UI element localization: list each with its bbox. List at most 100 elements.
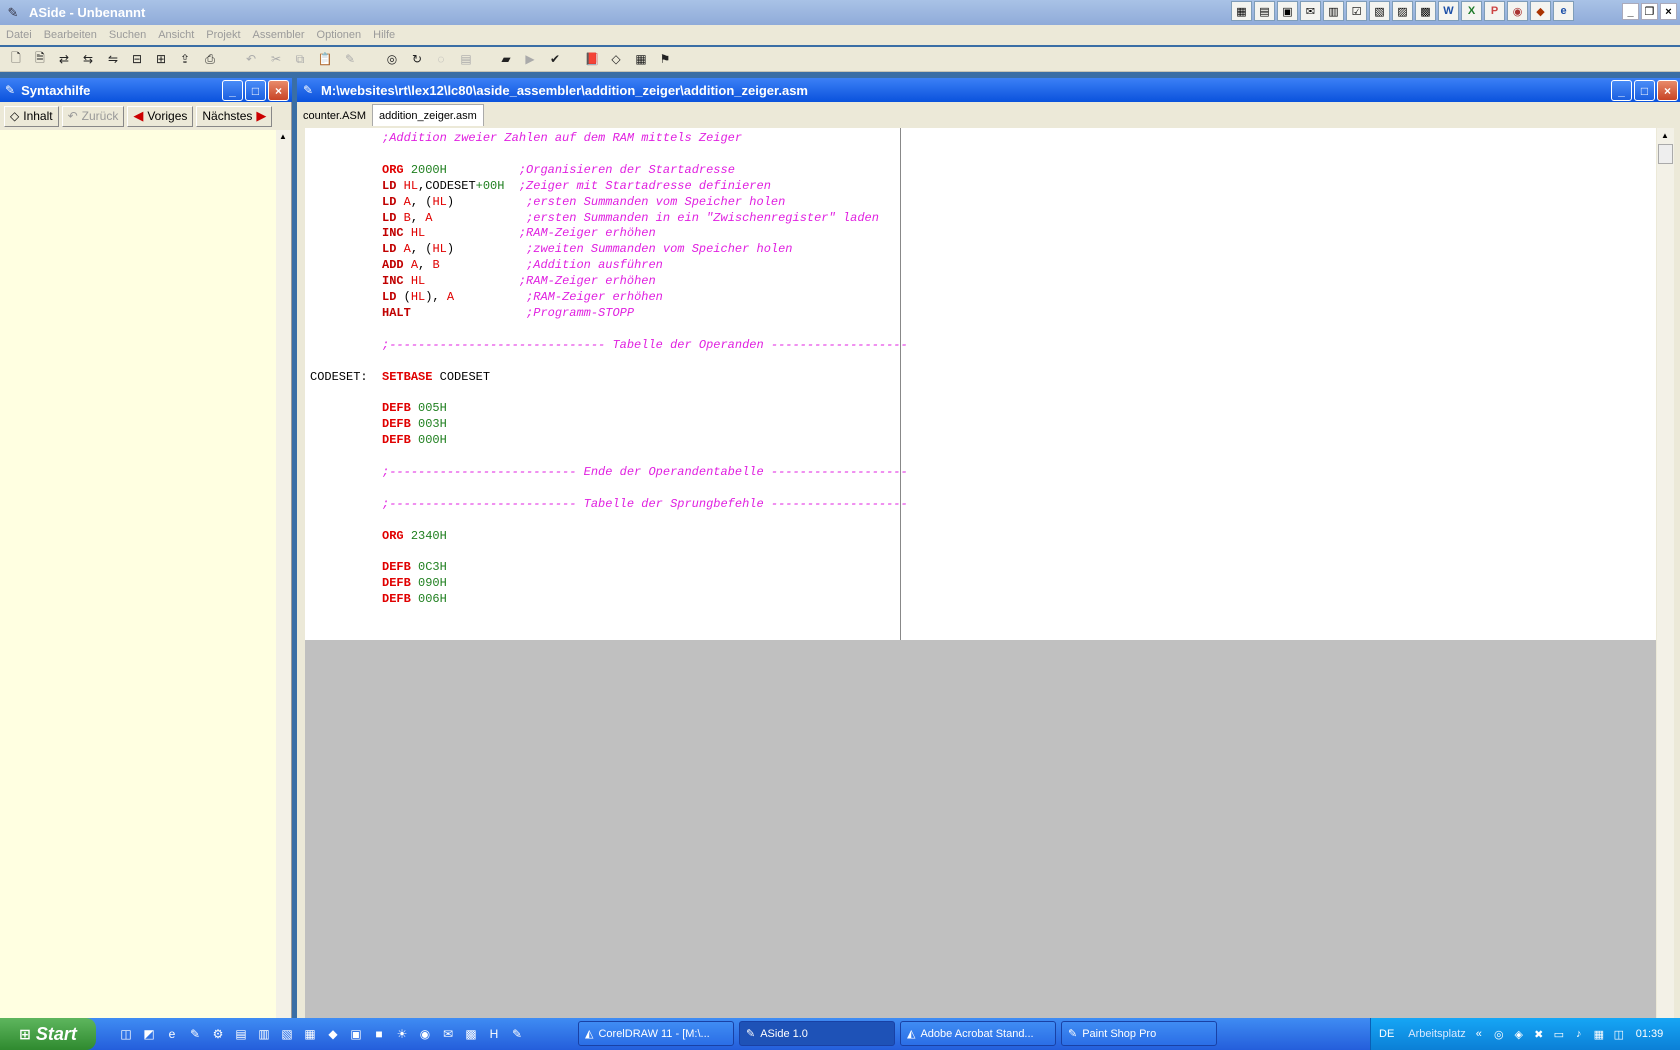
editor-maximize-button[interactable]: □	[1634, 80, 1655, 101]
editor-minimize-button[interactable]: _	[1611, 80, 1632, 101]
minimize-button[interactable]: _	[1622, 3, 1639, 20]
tray-device-icon[interactable]: ▦	[1592, 1027, 1606, 1041]
code-line[interactable]: DEFB 006H	[310, 591, 447, 608]
code-line[interactable]: INC HL ;RAM-Zeiger erhöhen	[310, 273, 656, 290]
code-line[interactable]: LD HL,CODESET+00H ;Zeiger mit Startadres…	[310, 178, 771, 195]
desktop-toolbar-label[interactable]: Arbeitsplatz	[1408, 1028, 1465, 1040]
back-button[interactable]: ↶ Zurück	[61, 105, 125, 127]
notes-icon[interactable]: ▩	[1415, 1, 1436, 21]
new-document-icon[interactable]: 🗎	[31, 51, 49, 67]
restore-button[interactable]: ❐	[1641, 3, 1658, 20]
export-icon[interactable]: ⇪	[176, 51, 194, 67]
code-line[interactable]: DEFB 005H	[310, 400, 447, 417]
menu-projekt[interactable]: Projekt	[200, 29, 246, 41]
publisher-icon[interactable]: ◆	[1530, 1, 1551, 21]
quicklaunch-desktop-icon[interactable]: ◫	[118, 1026, 134, 1042]
tray-speaker-icon[interactable]: ♪	[1572, 1027, 1586, 1041]
quicklaunch-pic-icon[interactable]: ▩	[463, 1026, 479, 1042]
menu-datei[interactable]: Datei	[0, 29, 38, 41]
code-line[interactable]: ORG 2340H	[310, 528, 447, 545]
syntax-scrollbar[interactable]: ▲	[276, 130, 291, 1018]
contents-button[interactable]: ◇ Inhalt	[4, 105, 59, 127]
app-titlebar[interactable]: ✎ ASide - Unbenannt ▦ ▤ ▣ ✉ ▥ ☑ ▧ ▨ ▩ W …	[0, 0, 1680, 25]
code-line[interactable]: ;-------------------------- Tabelle der …	[310, 496, 908, 513]
syntax-panel-titlebar[interactable]: ✎ Syntaxhilfe _ □ ×	[0, 78, 292, 102]
editor-titlebar[interactable]: ✎ M:\websites\rt\lex12\lc80\aside_assemb…	[297, 78, 1680, 102]
cut-icon[interactable]: ✂	[267, 51, 285, 67]
quicklaunch-doc-icon[interactable]: ▤	[233, 1026, 249, 1042]
open-project-icon[interactable]: ⇄	[55, 51, 73, 67]
save-all-icon[interactable]: ⊞	[152, 51, 170, 67]
scroll-up-icon[interactable]: ▲	[279, 132, 287, 141]
start-button[interactable]: ⊞ Start	[0, 1018, 96, 1050]
task-aside[interactable]: ✎ ASide 1.0	[739, 1021, 895, 1046]
help-contents-icon[interactable]: ◇	[607, 51, 625, 67]
menu-ansicht[interactable]: Ansicht	[152, 29, 200, 41]
ie-icon[interactable]: e	[1553, 1, 1574, 21]
reopen-icon[interactable]: ⇋	[104, 51, 122, 67]
task-paint-shop-pro[interactable]: ✎ Paint Shop Pro	[1061, 1021, 1217, 1046]
code-line[interactable]: ;------------------------------ Tabelle …	[310, 337, 908, 354]
quicklaunch-app-icon[interactable]: ◩	[141, 1026, 157, 1042]
code-line[interactable]: DEFB 000H	[310, 432, 447, 449]
journal-icon[interactable]: ▨	[1392, 1, 1413, 21]
code-line[interactable]: ;Addition zweier Zahlen auf dem RAM mitt…	[310, 130, 742, 147]
find-next-icon[interactable]: ◌	[432, 51, 450, 67]
task-acrobat[interactable]: ◭ Adobe Acrobat Stand...	[900, 1021, 1056, 1046]
task-icon[interactable]: ☑	[1346, 1, 1367, 21]
code-line[interactable]: ORG 2000H ;Organisieren der Startadresse	[310, 162, 735, 179]
mail-icon[interactable]: ✉	[1300, 1, 1321, 21]
quicklaunch-grid-icon[interactable]: ▦	[302, 1026, 318, 1042]
code-line[interactable]: ;-------------------------- Ende der Ope…	[310, 464, 908, 481]
folder-icon[interactable]: ⊟	[128, 51, 146, 67]
quicklaunch-sun-icon[interactable]: ☀	[394, 1026, 410, 1042]
undo-icon[interactable]: ↶	[242, 51, 260, 67]
tray-display-icon[interactable]: ◫	[1612, 1027, 1626, 1041]
new-file-icon[interactable]: 🗋	[7, 51, 25, 67]
powerpoint-icon[interactable]: P	[1484, 1, 1505, 21]
language-indicator[interactable]: DE	[1379, 1028, 1394, 1040]
quicklaunch-ie-icon[interactable]: e	[164, 1026, 180, 1042]
quicklaunch-gear-icon[interactable]: ⚙	[210, 1026, 226, 1042]
help-about-icon[interactable]: ⚑	[656, 51, 674, 67]
menu-assembler[interactable]: Assembler	[247, 29, 311, 41]
menu-suchen[interactable]: Suchen	[103, 29, 152, 41]
run-icon[interactable]: ▶	[521, 51, 539, 67]
open-file-icon[interactable]: ⇆	[79, 51, 97, 67]
find-icon[interactable]: ◎	[383, 51, 401, 67]
replace-icon[interactable]: ↻	[408, 51, 426, 67]
code-line[interactable]: DEFB 090H	[310, 575, 447, 592]
menu-hilfe[interactable]: Hilfe	[367, 29, 401, 41]
help-index-icon[interactable]: ▦	[632, 51, 650, 67]
excel-icon[interactable]: X	[1461, 1, 1482, 21]
quicklaunch-chart-icon[interactable]: ▧	[279, 1026, 295, 1042]
editor-close-button[interactable]: ×	[1657, 80, 1678, 101]
code-line[interactable]: DEFB 003H	[310, 416, 447, 433]
office-open-icon[interactable]: ▣	[1277, 1, 1298, 21]
goto-icon[interactable]: ▤	[457, 51, 475, 67]
office-new-doc-icon[interactable]: ▤	[1254, 1, 1275, 21]
code-line[interactable]: LD B, A ;ersten Summanden in ein "Zwisch…	[310, 210, 879, 227]
editor-vertical-scrollbar[interactable]: ▲ ▼	[1657, 128, 1674, 1050]
menu-optionen[interactable]: Optionen	[311, 29, 368, 41]
quicklaunch-paint-icon[interactable]: ◆	[325, 1026, 341, 1042]
code-line[interactable]: LD A, (HL) ;ersten Summanden vom Speiche…	[310, 194, 785, 211]
syntax-close-button[interactable]: ×	[268, 80, 289, 101]
project-folder-icon[interactable]: ▰	[497, 51, 515, 67]
quicklaunch-image-icon[interactable]: ▣	[348, 1026, 364, 1042]
office-bar-icon[interactable]: ▦	[1231, 1, 1252, 21]
word-icon[interactable]: W	[1438, 1, 1459, 21]
scroll-up-icon[interactable]: ▲	[1661, 131, 1669, 140]
quicklaunch-office-icon[interactable]: ◉	[417, 1026, 433, 1042]
quicklaunch-red-icon[interactable]: ■	[371, 1026, 387, 1042]
tray-shield-icon[interactable]: ◈	[1512, 1027, 1526, 1041]
menu-bearbeiten[interactable]: Bearbeiten	[38, 29, 103, 41]
code-line[interactable]: LD A, (HL) ;zweiten Summanden vom Speich…	[310, 241, 793, 258]
code-line[interactable]: HALT ;Programm-STOPP	[310, 305, 634, 322]
help-book-icon[interactable]: 📕	[583, 51, 601, 67]
tray-monitor-icon[interactable]: ▭	[1552, 1027, 1566, 1041]
tray-security-icon[interactable]: ✖	[1532, 1027, 1546, 1041]
syntax-maximize-button[interactable]: □	[245, 80, 266, 101]
quicklaunch-mail-icon[interactable]: ✉	[440, 1026, 456, 1042]
code-editor[interactable]: ;Addition zweier Zahlen auf dem RAM mitt…	[305, 128, 1656, 640]
